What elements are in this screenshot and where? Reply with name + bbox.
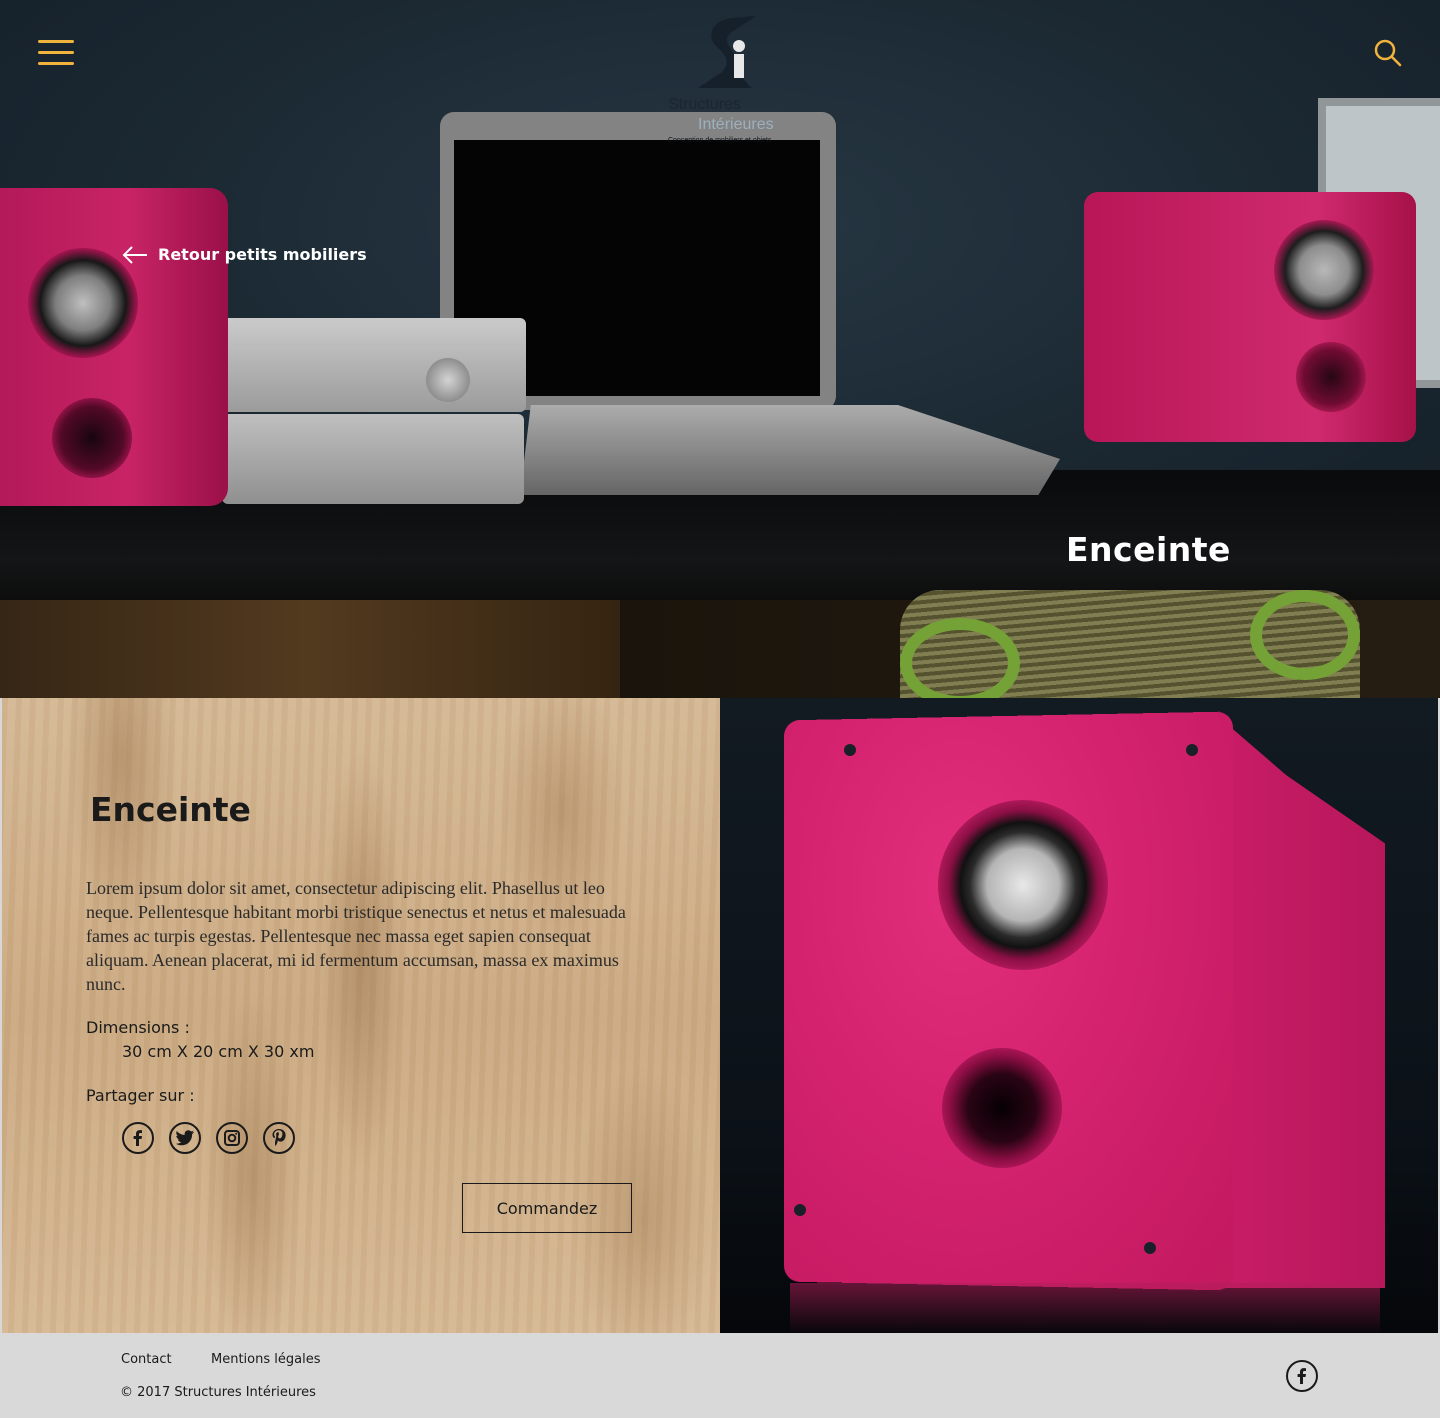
- footer-facebook-button[interactable]: [1286, 1360, 1318, 1392]
- photo-screw: [1144, 1242, 1156, 1254]
- share-icons: [122, 1122, 295, 1154]
- footer-copyright: © 2017 Structures Intérieures: [120, 1385, 316, 1400]
- logo-line-1: Structures: [668, 96, 741, 113]
- menu-button[interactable]: [38, 40, 74, 66]
- footer-legal-link[interactable]: Mentions légales: [211, 1352, 320, 1367]
- search-button[interactable]: [1373, 38, 1403, 68]
- footer-contact-link[interactable]: Contact: [121, 1352, 172, 1367]
- share-label: Partager sur :: [86, 1086, 195, 1105]
- pinterest-icon: [272, 1129, 286, 1146]
- photo-screw: [844, 744, 856, 756]
- dimensions-value: 30 cm X 20 cm X 30 xm: [122, 1042, 315, 1061]
- photo-screw: [1186, 744, 1198, 756]
- logo-mark-icon: [698, 16, 756, 88]
- back-link[interactable]: Retour petits mobiliers: [122, 245, 367, 264]
- hamburger-icon: [38, 40, 74, 43]
- facebook-icon: [1297, 1368, 1306, 1384]
- share-facebook-button[interactable]: [122, 1122, 154, 1154]
- instagram-icon: [224, 1130, 240, 1146]
- share-pinterest-button[interactable]: [263, 1122, 295, 1154]
- photo-speaker-side: [1220, 718, 1385, 1288]
- share-twitter-button[interactable]: [169, 1122, 201, 1154]
- photo-speaker-port: [942, 1048, 1062, 1168]
- search-icon: [1374, 39, 1402, 67]
- photo-speaker-front: [784, 711, 1234, 1291]
- dimensions-label: Dimensions :: [86, 1018, 190, 1037]
- facebook-icon: [133, 1130, 142, 1146]
- photo-reflection: [790, 1283, 1380, 1333]
- arrow-left-icon: [122, 245, 147, 264]
- product-description: Lorem ipsum dolor sit amet, consectetur …: [86, 878, 626, 994]
- photo-screw: [794, 1204, 806, 1216]
- order-button[interactable]: Commandez: [462, 1183, 632, 1233]
- hero-banner: Structures Intérieures Conception de mob…: [0, 0, 1440, 698]
- hero-title: Enceinte: [1066, 530, 1231, 569]
- photo-speaker-woofer: [938, 800, 1108, 970]
- site-logo[interactable]: Structures Intérieures Conception de mob…: [664, 14, 794, 154]
- share-instagram-button[interactable]: [216, 1122, 248, 1154]
- logo-line-2: Intérieures: [698, 116, 774, 133]
- product-details-panel: Enceinte Lorem ipsum dolor sit amet, con…: [2, 698, 720, 1333]
- logo-tagline: Conception de mobiliers et objets: [668, 137, 772, 144]
- product-title: Enceinte: [90, 790, 251, 829]
- twitter-icon: [175, 1130, 194, 1146]
- back-link-label: Retour petits mobiliers: [158, 245, 367, 264]
- product-photo: [720, 698, 1438, 1333]
- footer: Contact Mentions légales © 2017 Structur…: [0, 1333, 1440, 1418]
